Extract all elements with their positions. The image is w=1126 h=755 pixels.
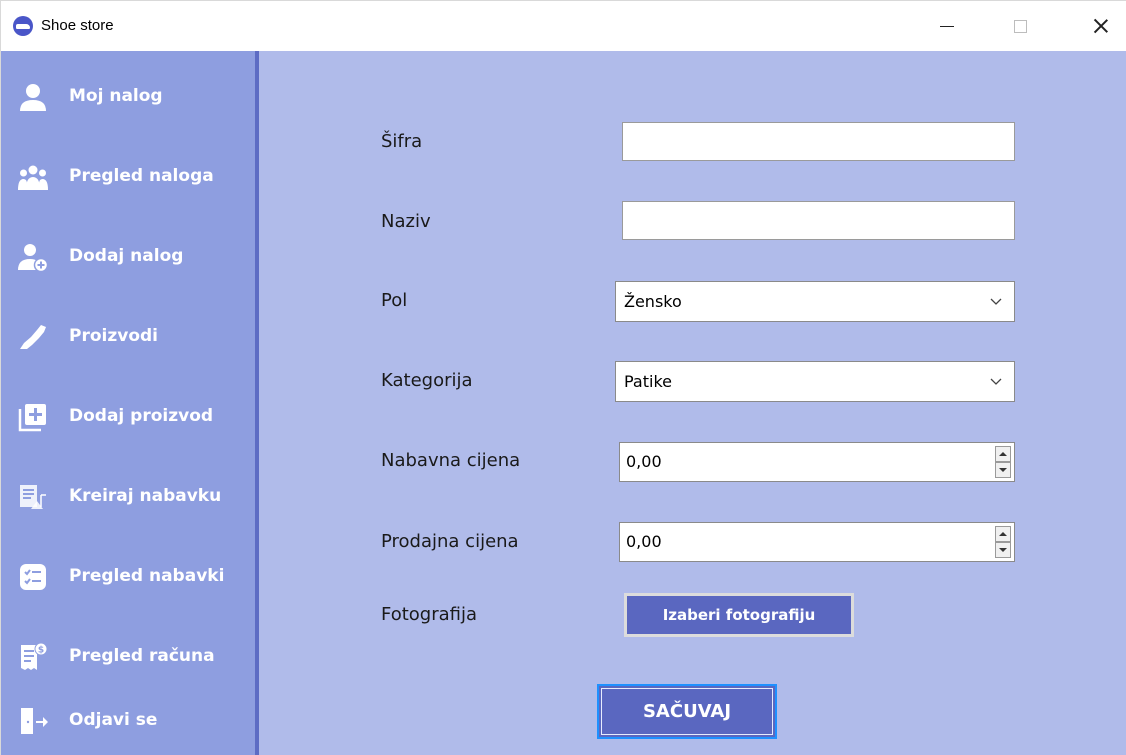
bill-icon: $ xyxy=(21,642,48,670)
prodajna-spin-buttons xyxy=(995,526,1011,558)
title-bar[interactable]: Shoe store xyxy=(1,1,1126,51)
increment-button[interactable] xyxy=(995,446,1011,462)
add-box-icon xyxy=(18,404,46,432)
logout-icon xyxy=(21,708,48,734)
close-icon xyxy=(1093,18,1109,34)
sidebar: Moj nalog Pregled naloga Dodaj nalog Pro… xyxy=(1,51,255,755)
user-icon xyxy=(20,84,46,111)
sifra-label: Šifra xyxy=(381,131,423,152)
naziv-label: Naziv xyxy=(381,211,431,232)
sidebar-item-label: Dodaj proizvod xyxy=(69,406,214,426)
choose-photo-button[interactable]: Izaberi fotografiju xyxy=(624,593,854,637)
sifra-input[interactable] xyxy=(622,122,1015,161)
increment-button[interactable] xyxy=(995,526,1011,542)
spin-down-icon xyxy=(999,548,1007,552)
kategorija-label: Kategorija xyxy=(381,370,473,391)
sidebar-item-pregled-nabavki[interactable]: Pregled nabavki xyxy=(1,547,255,607)
minimize-button[interactable] xyxy=(919,1,975,51)
chevron-down-icon xyxy=(990,298,1002,305)
spin-up-icon xyxy=(999,452,1007,456)
save-button[interactable]: SAČUVAJ xyxy=(597,684,777,739)
sidebar-item-label: Kreiraj nabavku xyxy=(69,486,222,506)
sidebar-item-pregled-naloga[interactable]: Pregled naloga xyxy=(1,147,255,207)
sidebar-item-odjavi-se[interactable]: Odjavi se xyxy=(1,691,255,751)
sidebar-item-label: Pregled nabavki xyxy=(69,566,225,586)
close-button[interactable] xyxy=(1073,1,1126,51)
fotografija-label: Fotografija xyxy=(381,604,478,625)
app-window: Shoe store Moj nalog Pregled naloga Doda… xyxy=(0,0,1126,755)
sidebar-item-label: Proizvodi xyxy=(69,326,159,346)
pol-label: Pol xyxy=(381,290,408,311)
maximize-button[interactable] xyxy=(992,1,1048,51)
kategorija-selected-value: Patike xyxy=(624,372,672,391)
sidebar-item-label: Pregled računa xyxy=(69,646,215,666)
decrement-button[interactable] xyxy=(995,542,1011,558)
sidebar-item-proizvodi[interactable]: Proizvodi xyxy=(1,307,255,367)
create-order-icon xyxy=(20,485,46,509)
nabavna-cijena-stepper[interactable]: 0,00 xyxy=(619,442,1015,482)
users-group-icon xyxy=(18,165,48,190)
sidebar-item-label: Odjavi se xyxy=(69,710,158,730)
chevron-down-icon xyxy=(990,378,1002,385)
svg-text:$: $ xyxy=(38,646,44,656)
sidebar-item-moj-nalog[interactable]: Moj nalog xyxy=(1,67,255,127)
sidebar-item-label: Moj nalog xyxy=(69,86,163,106)
add-user-icon xyxy=(18,244,49,273)
pol-select[interactable]: Žensko xyxy=(615,281,1015,322)
spin-down-icon xyxy=(999,468,1007,472)
shoe-icon xyxy=(20,325,46,349)
prodajna-cijena-label: Prodajna cijena xyxy=(381,531,519,552)
app-logo-icon xyxy=(13,16,33,36)
window-title: Shoe store xyxy=(41,17,114,34)
checklist-icon xyxy=(20,564,46,590)
naziv-input[interactable] xyxy=(622,201,1015,240)
nabavna-spin-buttons xyxy=(995,446,1011,478)
sidebar-item-dodaj-proizvod[interactable]: Dodaj proizvod xyxy=(1,387,255,447)
spin-up-icon xyxy=(999,532,1007,536)
nabavna-cijena-value: 0,00 xyxy=(626,452,662,471)
prodajna-cijena-stepper[interactable]: 0,00 xyxy=(619,522,1015,562)
sidebar-item-kreiraj-nabavku[interactable]: Kreiraj nabavku xyxy=(1,467,255,527)
pol-selected-value: Žensko xyxy=(624,292,682,311)
nabavna-cijena-label: Nabavna cijena xyxy=(381,450,521,471)
maximize-icon xyxy=(1013,19,1027,33)
kategorija-select[interactable]: Patike xyxy=(615,361,1015,402)
sidebar-item-dodaj-nalog[interactable]: Dodaj nalog xyxy=(1,227,255,287)
sidebar-item-pregled-racuna[interactable]: $ Pregled računa xyxy=(1,627,255,687)
prodajna-cijena-value: 0,00 xyxy=(626,532,662,551)
sidebar-item-label: Pregled naloga xyxy=(69,166,214,186)
decrement-button[interactable] xyxy=(995,462,1011,478)
sidebar-item-label: Dodaj nalog xyxy=(69,246,184,266)
minimize-icon xyxy=(940,25,954,27)
